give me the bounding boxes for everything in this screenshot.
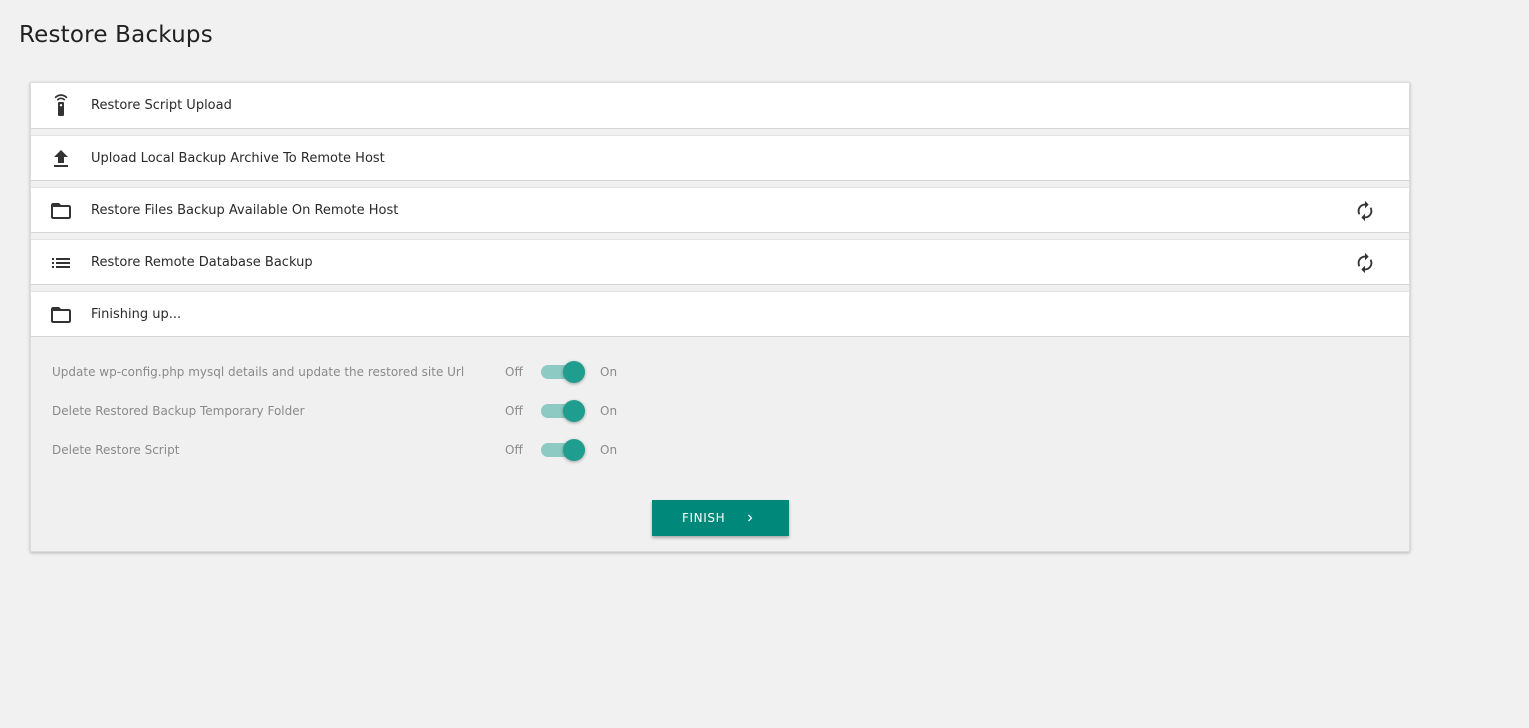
delete-restore-script-toggle[interactable] <box>541 439 587 461</box>
step-finishing-up[interactable]: Finishing up... <box>31 291 1409 337</box>
switch-on-label: On <box>600 365 618 379</box>
switch-thumb[interactable] <box>563 361 585 383</box>
finish-button-label: FINISH <box>682 511 726 525</box>
switch-thumb[interactable] <box>563 400 585 422</box>
update-wp-config-toggle[interactable] <box>541 361 587 383</box>
upload-icon <box>54 150 68 167</box>
page-title: Restore Backups <box>19 22 213 48</box>
switch-off-label: Off <box>505 404 523 418</box>
delete-temp-folder-toggle[interactable] <box>541 400 587 422</box>
step-upload-local-backup[interactable]: Upload Local Backup Archive To Remote Ho… <box>31 135 1409 181</box>
step-label: Restore Remote Database Backup <box>91 255 313 270</box>
step-label: Finishing up... <box>91 307 182 322</box>
refresh-icon[interactable] <box>1354 252 1376 274</box>
switch-off-label: Off <box>505 365 523 379</box>
option-label: Delete Restored Backup Temporary Folder <box>52 404 305 418</box>
chevron-right-icon <box>748 514 753 522</box>
refresh-icon[interactable] <box>1354 200 1376 222</box>
switch-off-label: Off <box>505 443 523 457</box>
option-label: Delete Restore Script <box>52 443 180 457</box>
switch-on-label: On <box>600 404 618 418</box>
option-update-wp-config: Update wp-config.php mysql details and u… <box>52 361 652 383</box>
switch-on-label: On <box>600 443 618 457</box>
folder-icon <box>51 307 71 323</box>
list-icon <box>52 258 70 268</box>
step-label: Upload Local Backup Archive To Remote Ho… <box>91 151 385 166</box>
option-delete-temp-folder: Delete Restored Backup Temporary Folder … <box>52 400 652 422</box>
option-label: Update wp-config.php mysql details and u… <box>52 365 465 379</box>
step-label: Restore Script Upload <box>91 98 232 113</box>
step-restore-files-backup[interactable]: Restore Files Backup Available On Remote… <box>31 187 1409 233</box>
restore-stepper: Restore Script Upload Upload Local Backu… <box>30 82 1410 552</box>
switch-thumb[interactable] <box>563 439 585 461</box>
remote-signal-icon <box>54 94 68 116</box>
folder-icon <box>51 203 71 219</box>
step-restore-database-backup[interactable]: Restore Remote Database Backup <box>31 239 1409 285</box>
step-label: Restore Files Backup Available On Remote… <box>91 203 399 218</box>
finishing-options: Update wp-config.php mysql details and u… <box>31 337 1409 551</box>
finish-button[interactable]: FINISH <box>652 500 789 536</box>
option-delete-restore-script: Delete Restore Script Off On <box>52 439 652 461</box>
step-restore-script-upload[interactable]: Restore Script Upload <box>31 83 1409 129</box>
